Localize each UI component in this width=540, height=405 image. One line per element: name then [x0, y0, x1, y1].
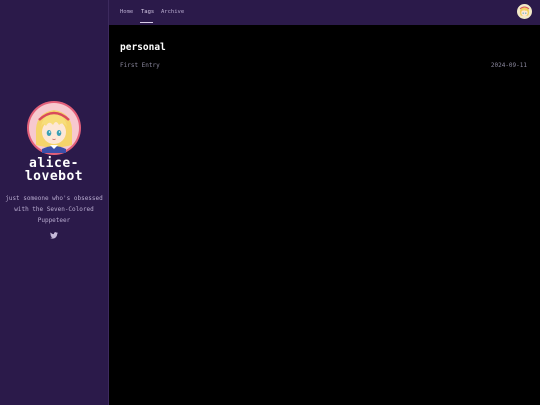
- page: alice-lovebot just someone who's obsesse…: [0, 0, 540, 405]
- nav-archive[interactable]: Archive: [161, 8, 184, 16]
- sidebar: alice-lovebot just someone who's obsesse…: [0, 0, 108, 405]
- site-description: just someone who's obsessed with the Sev…: [5, 195, 103, 224]
- nav-home[interactable]: Home: [120, 8, 133, 16]
- nav-tags[interactable]: Tags: [141, 8, 154, 16]
- top-nav: Home Tags Archive: [109, 0, 540, 25]
- twitter-icon: [50, 232, 58, 239]
- avatar[interactable]: [27, 101, 81, 155]
- nav-active-indicator: [140, 22, 153, 23]
- site-title[interactable]: alice-lovebot: [0, 157, 108, 183]
- profile-avatar-icon: [518, 5, 531, 18]
- tag-heading: personal: [120, 42, 166, 53]
- post-title-link[interactable]: First Entry: [120, 61, 160, 70]
- post-date: 2024-09-11: [490, 62, 527, 69]
- nav-avatar[interactable]: [517, 4, 532, 19]
- twitter-link[interactable]: [49, 231, 59, 240]
- sidebar-divider: [108, 0, 109, 405]
- anime-avatar-icon: [29, 103, 79, 153]
